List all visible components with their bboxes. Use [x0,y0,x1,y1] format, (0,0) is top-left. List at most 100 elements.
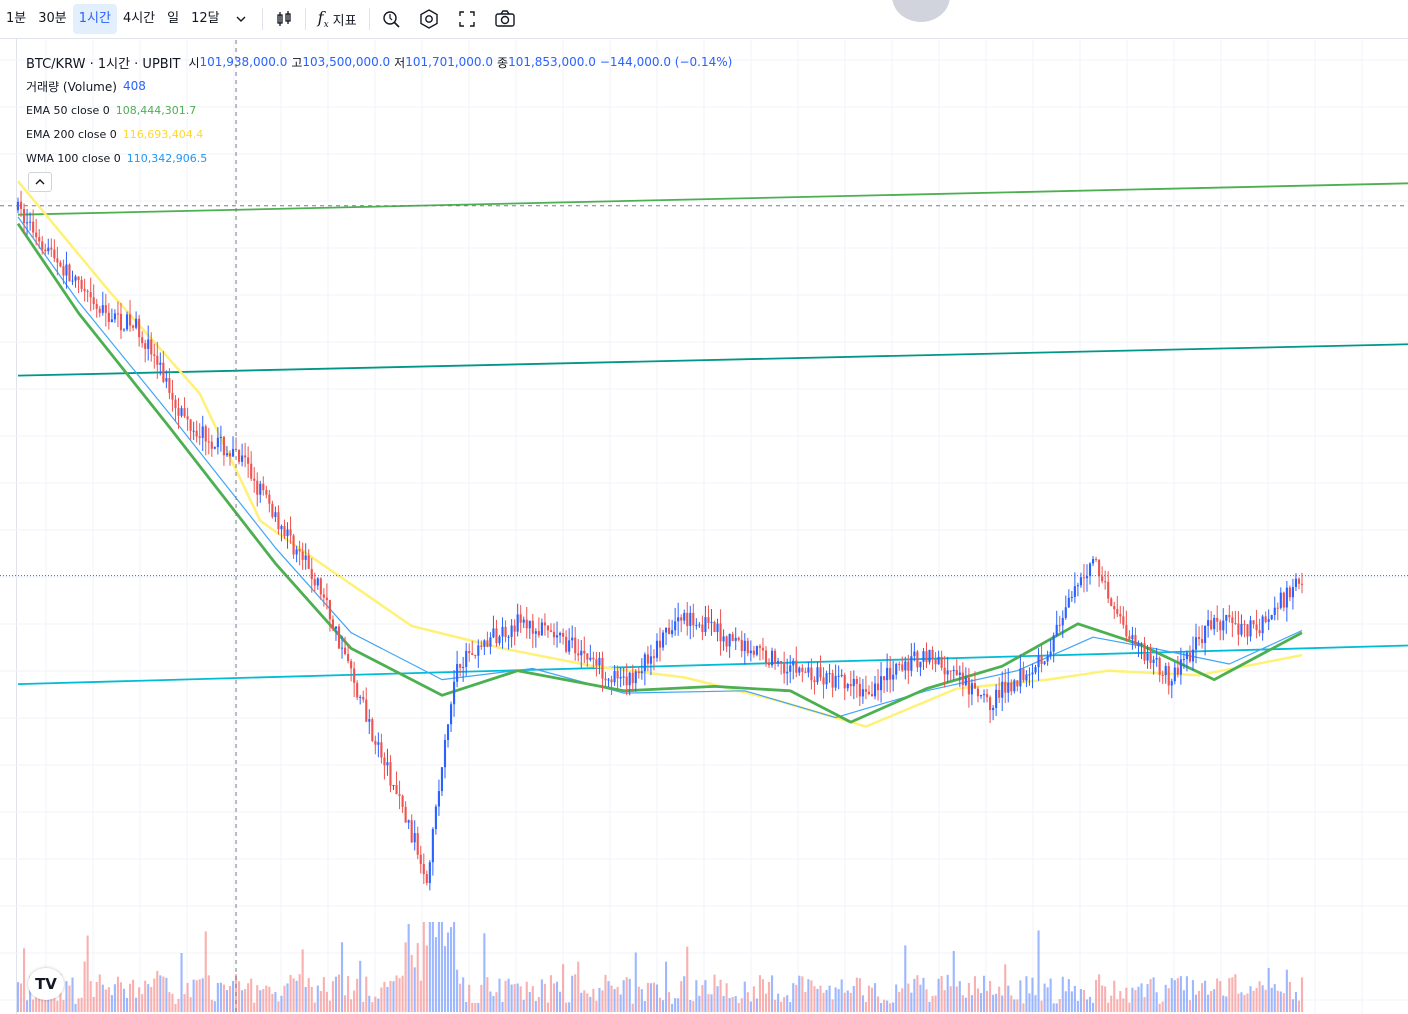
volume-bar [371,1002,374,1012]
candle-body [1028,674,1031,676]
candle-body [277,512,280,530]
volume-bar [1146,984,1149,1012]
interval-12m[interactable]: 12달 [185,4,226,34]
candle-body [1001,681,1004,698]
volume-bar [65,981,68,1012]
legend-ema200-row[interactable]: EMA 200 close 0 116,693,404.4 [26,122,736,146]
candle-body [634,671,637,684]
volume-bar [89,981,92,1012]
legend-ema50-row[interactable]: EMA 50 close 0 108,444,301.7 [26,98,736,122]
candle-body [707,617,710,623]
volume-bar [277,1001,280,1012]
volume-bar [138,987,141,1012]
interval-4h[interactable]: 4시간 [117,4,161,34]
candle-body [1182,659,1185,661]
volume-bar [71,977,74,1012]
candle-body [1300,583,1304,585]
tradingview-logo[interactable]: TV [28,968,64,1000]
candle-body [213,447,216,449]
volume-bar [125,997,129,1012]
settings-icon[interactable] [414,4,444,34]
candle-body [177,407,180,416]
candle-body [56,258,59,263]
volume-bar [737,1002,740,1012]
alert-icon[interactable] [376,4,406,34]
candle-body [1119,613,1122,617]
volume-bar [347,976,350,1012]
candle-body [552,631,556,638]
candle-body [604,678,607,681]
candle-body [380,742,383,758]
volume-bar [852,985,855,1012]
candle-icon[interactable] [269,4,299,34]
candle-body [468,650,471,654]
candle-body [280,525,283,530]
candle-body [377,742,380,745]
candle-body [307,555,310,569]
candle-body [1188,652,1192,662]
candle-body [1107,581,1110,599]
volume-bar [292,978,295,1012]
candle-body [113,313,116,320]
volume-bar [795,984,798,1012]
candle-body [1279,592,1282,608]
volume-bar [668,992,671,1012]
price-chart[interactable] [0,39,1408,1014]
volume-bar [268,986,271,1012]
volume-bar [150,986,153,1012]
volume-bar [453,922,456,1012]
volume-bar [655,984,659,1012]
candle-body [1095,558,1098,560]
candle-body [577,653,580,656]
volume-bar [304,986,307,1012]
volume-bar [244,989,247,1012]
volume-bar [1300,977,1304,1012]
candle-body [180,408,183,416]
candle-body [562,632,565,637]
volume-bar [431,922,434,1012]
candle-body [38,237,41,242]
candle-body [864,689,867,692]
chevron-down-icon[interactable] [226,4,256,34]
volume-bar [1107,1002,1110,1012]
volume-bar [56,1000,59,1012]
interval-1d[interactable]: 일 [161,4,185,34]
volume-bar [565,1002,568,1012]
fullscreen-icon[interactable] [452,4,482,34]
candle-body [1167,666,1170,686]
interval-1m[interactable]: 1분 [0,4,32,34]
camera-icon[interactable] [490,4,520,34]
indicators-button[interactable]: fx 지표 [312,8,363,30]
volume-bar [1004,964,1007,1012]
volume-bar [274,992,277,1012]
candle-body [722,636,725,642]
volume-bar [1225,996,1228,1012]
legend-volume-row[interactable]: 거래량 (Volume) 408 [26,74,736,98]
volume-bar [1025,976,1028,1012]
volume-bar [328,1000,331,1012]
candle-body [767,662,771,666]
volume-bar [135,997,138,1012]
volume-bar [707,994,710,1012]
candle-body [153,354,156,356]
legend-collapse-button[interactable] [28,172,52,192]
legend-wma100-row[interactable]: WMA 100 close 0 110,342,906.5 [26,146,736,170]
volume-bar [377,998,380,1012]
volume-bar [1128,1002,1131,1012]
interval-1h[interactable]: 1시간 [72,4,117,34]
volume-bar [1188,1000,1192,1012]
symbol-title[interactable]: BTC/KRW · 1시간 · UPBIT [26,53,180,72]
interval-30m[interactable]: 30분 [32,4,73,34]
volume-bar [407,923,410,1012]
candle-body [1031,672,1034,675]
volume-bar [770,975,774,1012]
candle-body [174,399,177,408]
candle-body [913,651,916,657]
volume-bar [907,983,910,1012]
candle-body [150,339,153,355]
volume-bar [637,986,640,1012]
candle-body [613,671,616,683]
candle-body [343,647,347,655]
volume-bar [607,981,610,1012]
candle-body [322,594,325,598]
